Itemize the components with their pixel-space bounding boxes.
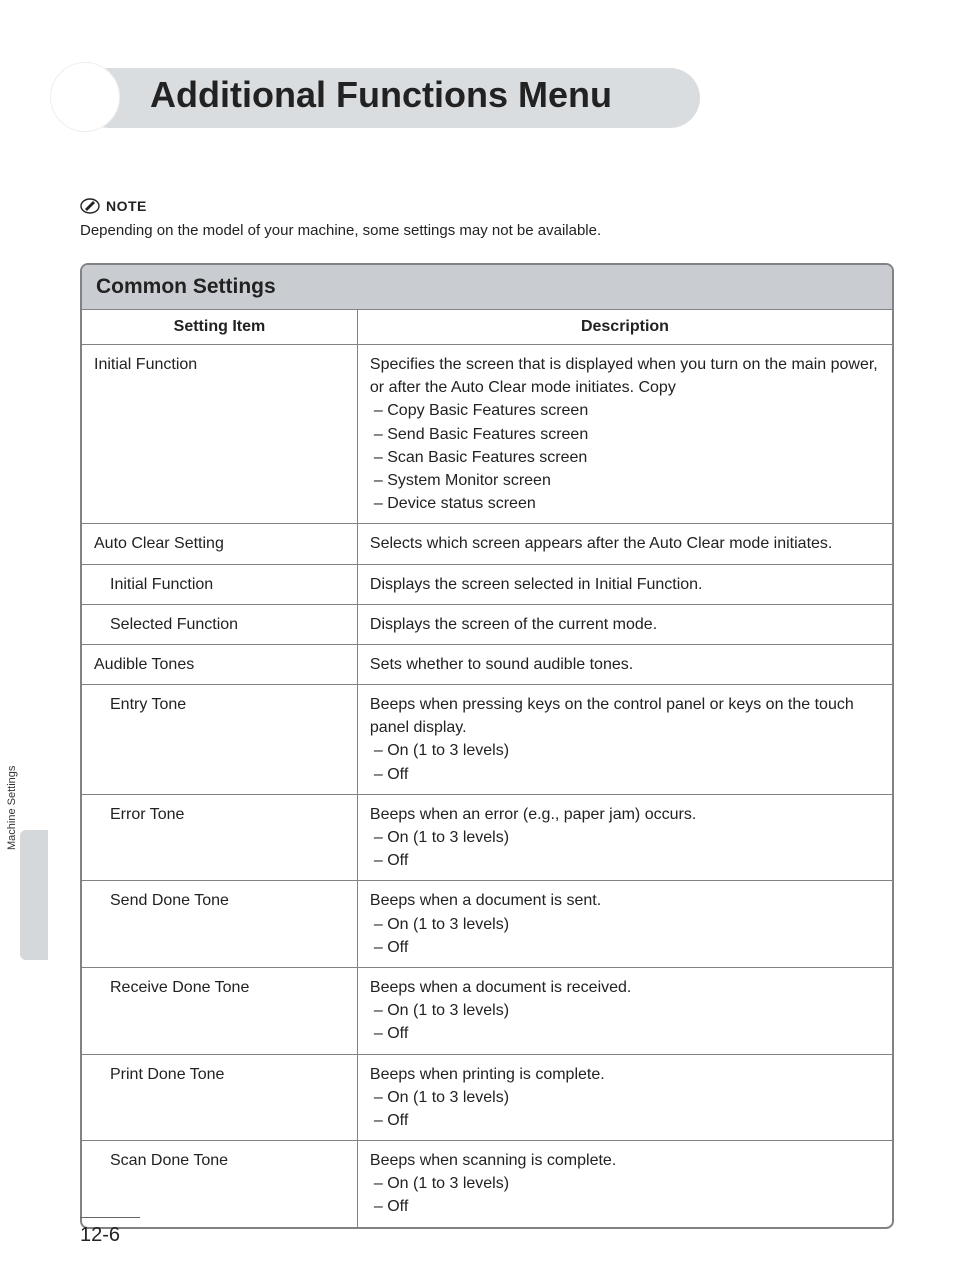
description-bullets: On (1 to 3 levels)Off bbox=[374, 739, 880, 785]
list-item: Device status screen bbox=[374, 492, 880, 515]
description-cell: Beeps when printing is complete.On (1 to… bbox=[357, 1054, 892, 1141]
description-cell: Beeps when scanning is complete.On (1 to… bbox=[357, 1141, 892, 1227]
side-tab-background bbox=[20, 830, 48, 960]
list-item: Off bbox=[374, 1195, 880, 1218]
description-bullets: On (1 to 3 levels)Off bbox=[374, 1086, 880, 1132]
section-header: Common Settings bbox=[82, 265, 892, 310]
table-row: Scan Done ToneBeeps when scanning is com… bbox=[82, 1141, 892, 1227]
setting-item-cell: Selected Function bbox=[82, 604, 357, 644]
list-item: Off bbox=[374, 1022, 880, 1045]
setting-item-cell: Initial Function bbox=[82, 564, 357, 604]
table-row: Auto Clear Setting Selects which screen a… bbox=[82, 524, 892, 564]
description-text: Beeps when a document is received. bbox=[370, 976, 880, 999]
description-bullets: On (1 to 3 levels)Off bbox=[374, 999, 880, 1045]
list-item: Off bbox=[374, 849, 880, 872]
description-text: Beeps when an error (e.g., paper jam) oc… bbox=[370, 803, 880, 826]
table-row: Print Done ToneBeeps when printing is co… bbox=[82, 1054, 892, 1141]
description-cell: Beeps when an error (e.g., paper jam) oc… bbox=[357, 794, 892, 881]
list-item: On (1 to 3 levels) bbox=[374, 739, 880, 762]
page-title-banner: Additional Functions Menu bbox=[80, 50, 894, 160]
note-label: NOTE bbox=[106, 198, 147, 214]
common-settings-table: Common Settings Setting Item Description… bbox=[80, 263, 894, 1229]
table-row: Send Done ToneBeeps when a document is s… bbox=[82, 881, 892, 968]
list-item: On (1 to 3 levels) bbox=[374, 913, 880, 936]
list-item: On (1 to 3 levels) bbox=[374, 826, 880, 849]
list-item: On (1 to 3 levels) bbox=[374, 999, 880, 1022]
description-bullets: On (1 to 3 levels)Off bbox=[374, 826, 880, 872]
description-cell: Beeps when pressing keys on the control … bbox=[357, 685, 892, 795]
description-text: Specifies the screen that is displayed w… bbox=[370, 353, 880, 399]
list-item: System Monitor screen bbox=[374, 469, 880, 492]
settings-inner-table: Setting Item Description Initial Functio… bbox=[82, 310, 892, 1227]
table-row: Audible Tones Sets whether to sound audib… bbox=[82, 644, 892, 684]
description-text: Sets whether to sound audible tones. bbox=[370, 653, 880, 676]
setting-item-cell: Print Done Tone bbox=[82, 1054, 357, 1141]
setting-item-cell: Send Done Tone bbox=[82, 881, 357, 968]
description-text: Displays the screen of the current mode. bbox=[370, 613, 880, 636]
description-text: Beeps when scanning is complete. bbox=[370, 1149, 880, 1172]
list-item: Off bbox=[374, 936, 880, 959]
setting-item-cell: Receive Done Tone bbox=[82, 967, 357, 1054]
description-cell: Sets whether to sound audible tones. bbox=[357, 644, 892, 684]
setting-item-cell: Initial Function bbox=[82, 345, 357, 524]
description-cell: Displays the screen selected in Initial … bbox=[357, 564, 892, 604]
setting-item-cell: Scan Done Tone bbox=[82, 1141, 357, 1227]
setting-item-cell: Entry Tone bbox=[82, 685, 357, 795]
table-row: Initial Function Specifies the screen tha… bbox=[82, 345, 892, 524]
description-cell: Selects which screen appears after the A… bbox=[357, 524, 892, 564]
description-text: Beeps when pressing keys on the control … bbox=[370, 693, 880, 739]
list-item: Off bbox=[374, 1109, 880, 1132]
description-text: Displays the screen selected in Initial … bbox=[370, 573, 880, 596]
description-cell: Specifies the screen that is displayed w… bbox=[357, 345, 892, 524]
list-item: On (1 to 3 levels) bbox=[374, 1172, 880, 1195]
description-bullets: On (1 to 3 levels)Off bbox=[374, 913, 880, 959]
description-text: Selects which screen appears after the A… bbox=[370, 532, 880, 555]
table-row: Entry Tone Beeps when pressing keys on th… bbox=[82, 685, 892, 795]
table-row: Initial Function Displays the screen sele… bbox=[82, 564, 892, 604]
setting-item-cell: Auto Clear Setting bbox=[82, 524, 357, 564]
description-bullets: Copy Basic Features screenSend Basic Fea… bbox=[374, 399, 880, 515]
list-item: Send Basic Features screen bbox=[374, 423, 880, 446]
description-cell: Beeps when a document is received.On (1 … bbox=[357, 967, 892, 1054]
description-text: Beeps when printing is complete. bbox=[370, 1063, 880, 1086]
description-text: Beeps when a document is sent. bbox=[370, 889, 880, 912]
description-bullets: On (1 to 3 levels)Off bbox=[374, 1172, 880, 1218]
list-item: Off bbox=[374, 763, 880, 786]
table-row: Error Tone Beeps when an error (e.g., pap… bbox=[82, 794, 892, 881]
table-row: Receive Done ToneBeeps when a document i… bbox=[82, 967, 892, 1054]
col-description: Description bbox=[357, 310, 892, 345]
list-item: Scan Basic Features screen bbox=[374, 446, 880, 469]
description-cell: Beeps when a document is sent.On (1 to 3… bbox=[357, 881, 892, 968]
page-title: Additional Functions Menu bbox=[150, 74, 612, 116]
pencil-icon bbox=[80, 196, 100, 216]
list-item: On (1 to 3 levels) bbox=[374, 1086, 880, 1109]
page-number: 12-6 bbox=[80, 1217, 140, 1247]
setting-item-cell: Audible Tones bbox=[82, 644, 357, 684]
table-row: Selected Function Displays the screen of … bbox=[82, 604, 892, 644]
list-item: Copy Basic Features screen bbox=[374, 399, 880, 422]
setting-item-cell: Error Tone bbox=[82, 794, 357, 881]
col-setting-item: Setting Item bbox=[82, 310, 357, 345]
description-cell: Displays the screen of the current mode. bbox=[357, 604, 892, 644]
side-tab-label: Machine Settings bbox=[6, 766, 18, 850]
title-pill-bullet bbox=[50, 62, 120, 132]
note-row: NOTE bbox=[80, 196, 894, 216]
note-text: Depending on the model of your machine, … bbox=[80, 222, 894, 239]
